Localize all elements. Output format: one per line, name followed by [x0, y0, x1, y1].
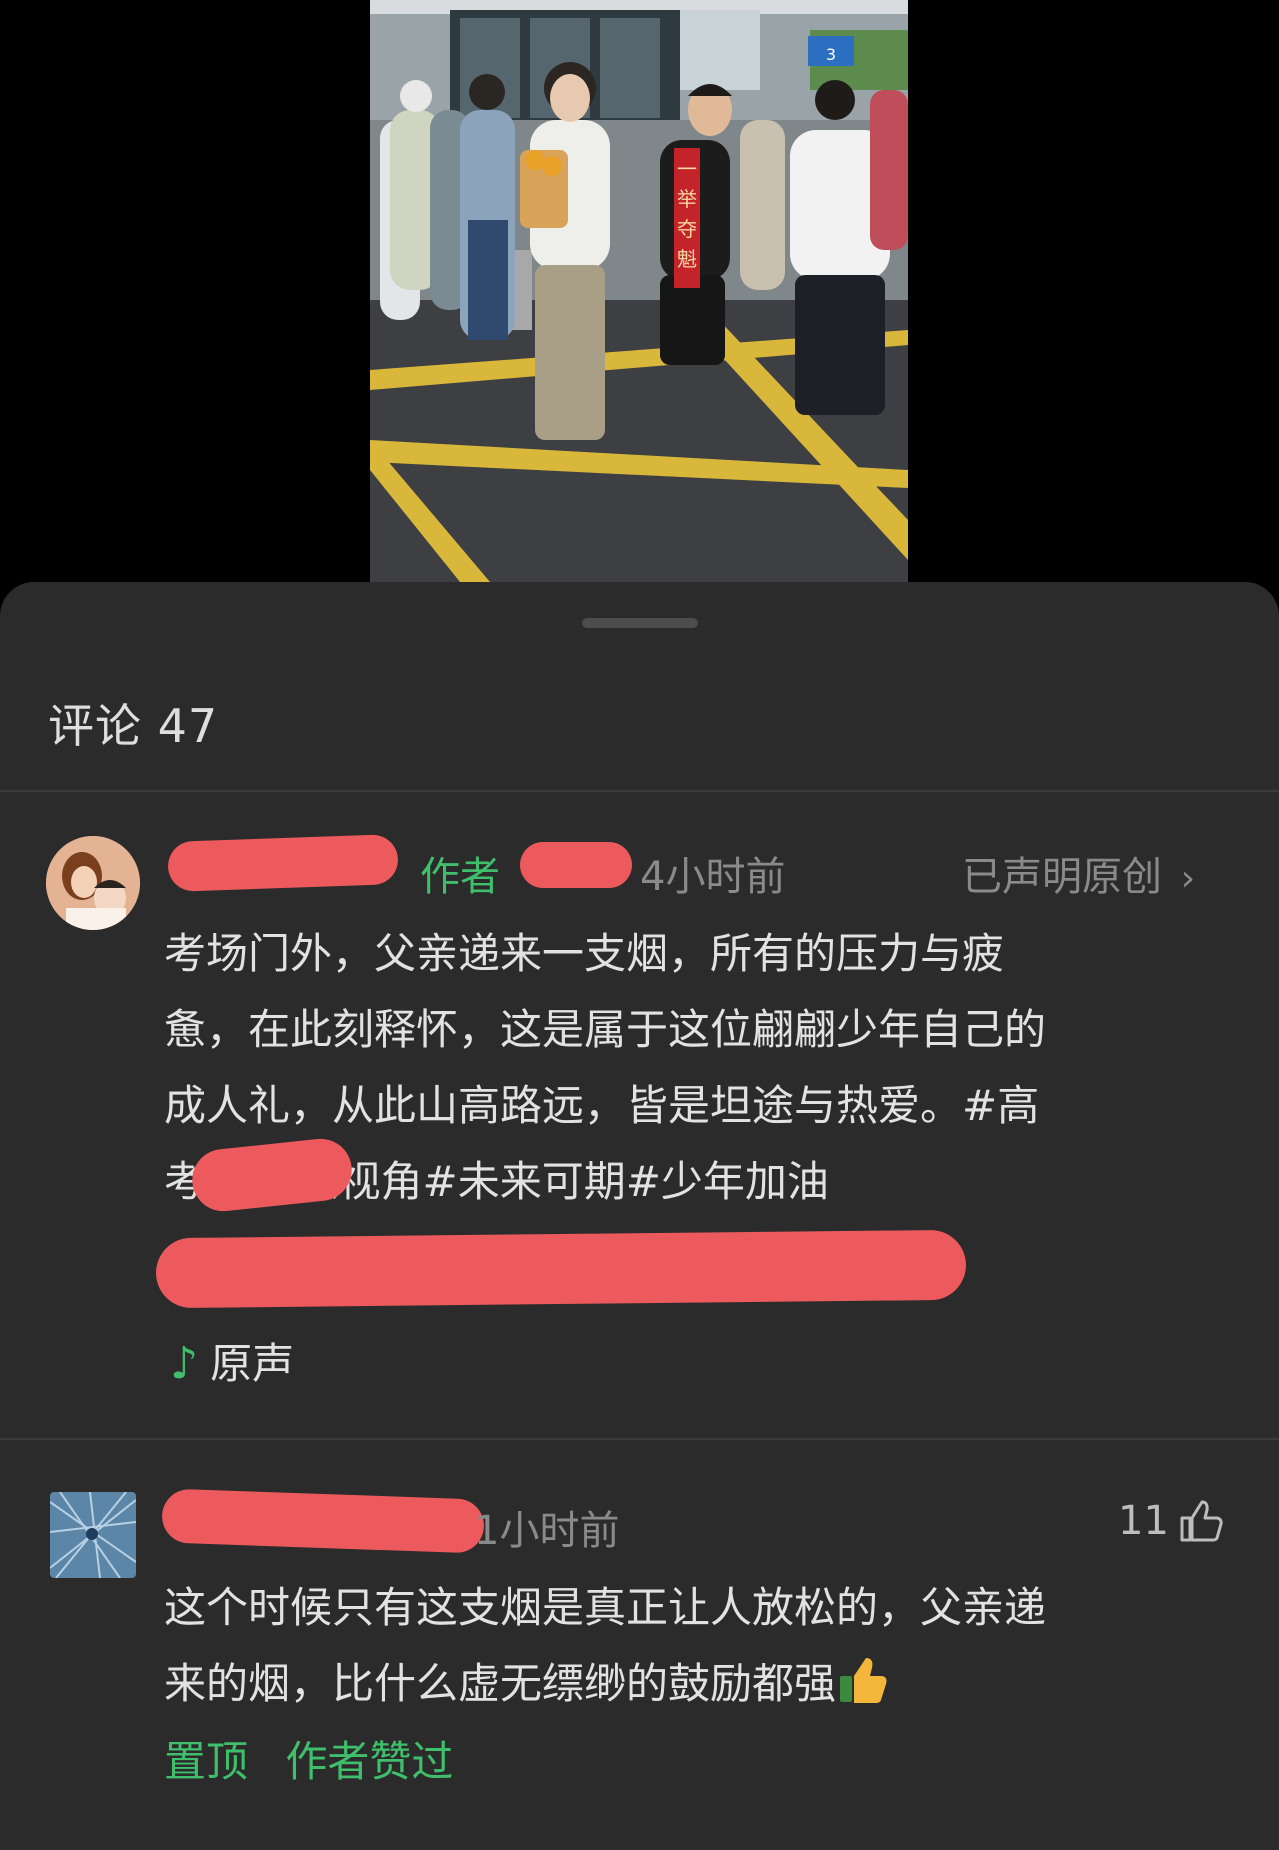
music-note-icon: ♪ — [170, 1338, 199, 1389]
redacted-commenter-name — [161, 1488, 485, 1554]
divider — [0, 790, 1279, 792]
comment-body-line: 来的烟，比什么虚无缥缈的鼓励都强 — [164, 1659, 837, 1708]
banner-text: 一举夺魁 — [677, 157, 697, 271]
sound-label: 原声 — [210, 1339, 295, 1388]
sign-number: 3 — [826, 45, 836, 64]
original-declared-link[interactable]: 已声明原创 › — [962, 844, 1195, 902]
pinned-tag: 置顶 — [164, 1737, 249, 1786]
post-body-line: 惫，在此刻释怀，这是属于这位翩翩少年自己的 — [164, 1005, 1047, 1054]
chevron-right-icon: › — [1180, 858, 1196, 899]
sound-link[interactable]: ♪ 原声 — [170, 1330, 294, 1391]
author-avatar[interactable] — [46, 836, 140, 930]
comment-count-title: 评论 47 — [48, 699, 219, 753]
drag-handle[interactable] — [582, 618, 698, 628]
comment-body-line: 这个时候只有这支烟是真正让人放松的，父亲递 — [164, 1583, 1047, 1632]
comment-body-line-wrap: 来的烟，比什么虚无缥缈的鼓励都强 — [164, 1646, 1046, 1722]
thumbs-up-emoji-icon — [840, 1658, 887, 1703]
comment-tags: 置顶 作者赞过 — [164, 1728, 453, 1789]
video-still-image: 3 — [370, 0, 908, 582]
post-time: 4小时前 — [640, 854, 786, 900]
redacted-username — [167, 834, 399, 892]
like-button[interactable]: 11 — [1112, 1494, 1232, 1550]
like-count: 11 — [1118, 1498, 1169, 1544]
original-declared-label: 已声明原创 — [962, 854, 1162, 900]
comment-sheet: 评论 47 作者 4小时前 已声明原创 › 考场门外，父亲递来一支烟，所有的压力… — [0, 582, 1279, 1850]
comment-body: 这个时候只有这支烟是真正让人放松的，父亲递 来的烟，比什么虚无缥缈的鼓励都强 — [164, 1570, 1046, 1722]
post-body-line: 考场门外，父亲递来一支烟，所有的压力与疲 — [164, 929, 1005, 978]
commenter-avatar[interactable] — [50, 1492, 136, 1578]
divider — [0, 1438, 1279, 1440]
redacted-line — [155, 1229, 967, 1309]
redacted-location — [520, 842, 632, 888]
video-frame[interactable]: 3 一举夺魁 — [370, 0, 908, 582]
comment-time: 1小时前 — [474, 1508, 620, 1554]
thumbs-up-icon — [1180, 1500, 1223, 1542]
post-body-line: 成人礼，从此山高路远，皆是坦途与热爱。#高 — [164, 1081, 1040, 1130]
author-tag: 作者 — [420, 854, 500, 900]
liked-by-author-tag: 作者赞过 — [285, 1737, 454, 1786]
